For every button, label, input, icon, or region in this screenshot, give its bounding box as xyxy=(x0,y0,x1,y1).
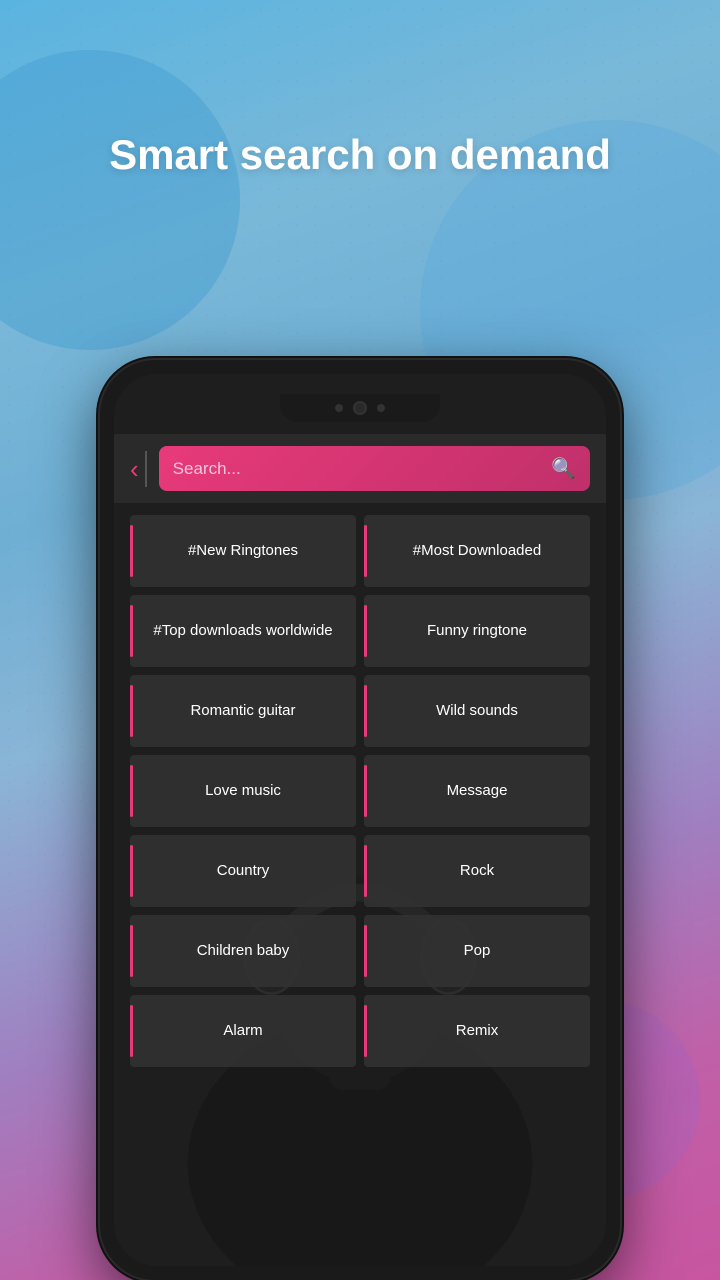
category-item-country[interactable]: Country xyxy=(130,835,356,907)
category-label-alarm: Alarm xyxy=(211,1021,274,1041)
search-placeholder: Search... xyxy=(173,459,541,479)
category-label-pop: Pop xyxy=(452,941,503,961)
category-label-country: Country xyxy=(205,861,282,881)
category-label-message: Message xyxy=(435,781,520,801)
category-item-funny-ringtone[interactable]: Funny ringtone xyxy=(364,595,590,667)
phone-container: ‹ Search... 🔍 #New Ringtones #Most Downlo… xyxy=(100,360,620,1280)
category-label-children-baby: Children baby xyxy=(185,941,302,961)
notch-dot-right xyxy=(377,404,385,412)
category-item-children-baby[interactable]: Children baby xyxy=(130,915,356,987)
category-item-top-downloads[interactable]: #Top downloads worldwide xyxy=(130,595,356,667)
power-button xyxy=(620,560,624,630)
category-label-rock: Rock xyxy=(448,861,506,881)
category-label-love-music: Love music xyxy=(193,781,293,801)
phone-frame: ‹ Search... 🔍 #New Ringtones #Most Downlo… xyxy=(100,360,620,1280)
category-item-rock[interactable]: Rock xyxy=(364,835,590,907)
category-label-remix: Remix xyxy=(444,1021,511,1041)
category-item-message[interactable]: Message xyxy=(364,755,590,827)
category-label-wild-sounds: Wild sounds xyxy=(424,701,530,721)
category-label-romantic-guitar: Romantic guitar xyxy=(178,701,307,721)
category-item-new-ringtones[interactable]: #New Ringtones xyxy=(130,515,356,587)
category-item-pop[interactable]: Pop xyxy=(364,915,590,987)
notch-dot-left xyxy=(335,404,343,412)
nav-divider xyxy=(145,451,147,487)
category-label-new-ringtones: #New Ringtones xyxy=(176,541,310,561)
category-item-most-downloaded[interactable]: #Most Downloaded xyxy=(364,515,590,587)
category-label-funny-ringtone: Funny ringtone xyxy=(415,621,539,641)
category-item-alarm[interactable]: Alarm xyxy=(130,995,356,1067)
search-icon[interactable]: 🔍 xyxy=(551,456,576,481)
phone-screen: ‹ Search... 🔍 #New Ringtones #Most Downlo… xyxy=(114,374,606,1266)
category-item-wild-sounds[interactable]: Wild sounds xyxy=(364,675,590,747)
phone-content: ‹ Search... 🔍 #New Ringtones #Most Downlo… xyxy=(114,434,606,1266)
page-title: Smart search on demand xyxy=(0,130,720,180)
categories-grid: #New Ringtones #Most Downloaded #Top downl… xyxy=(114,503,606,1079)
category-label-most-downloaded: #Most Downloaded xyxy=(401,541,553,561)
category-item-romantic-guitar[interactable]: Romantic guitar xyxy=(130,675,356,747)
search-area: ‹ Search... 🔍 xyxy=(114,434,606,503)
notch-camera xyxy=(353,401,367,415)
category-item-remix[interactable]: Remix xyxy=(364,995,590,1067)
search-bar[interactable]: Search... 🔍 xyxy=(159,446,590,491)
category-label-top-downloads: #Top downloads worldwide xyxy=(141,621,344,641)
category-item-love-music[interactable]: Love music xyxy=(130,755,356,827)
back-button[interactable]: ‹ xyxy=(130,456,139,482)
notch xyxy=(280,394,440,422)
